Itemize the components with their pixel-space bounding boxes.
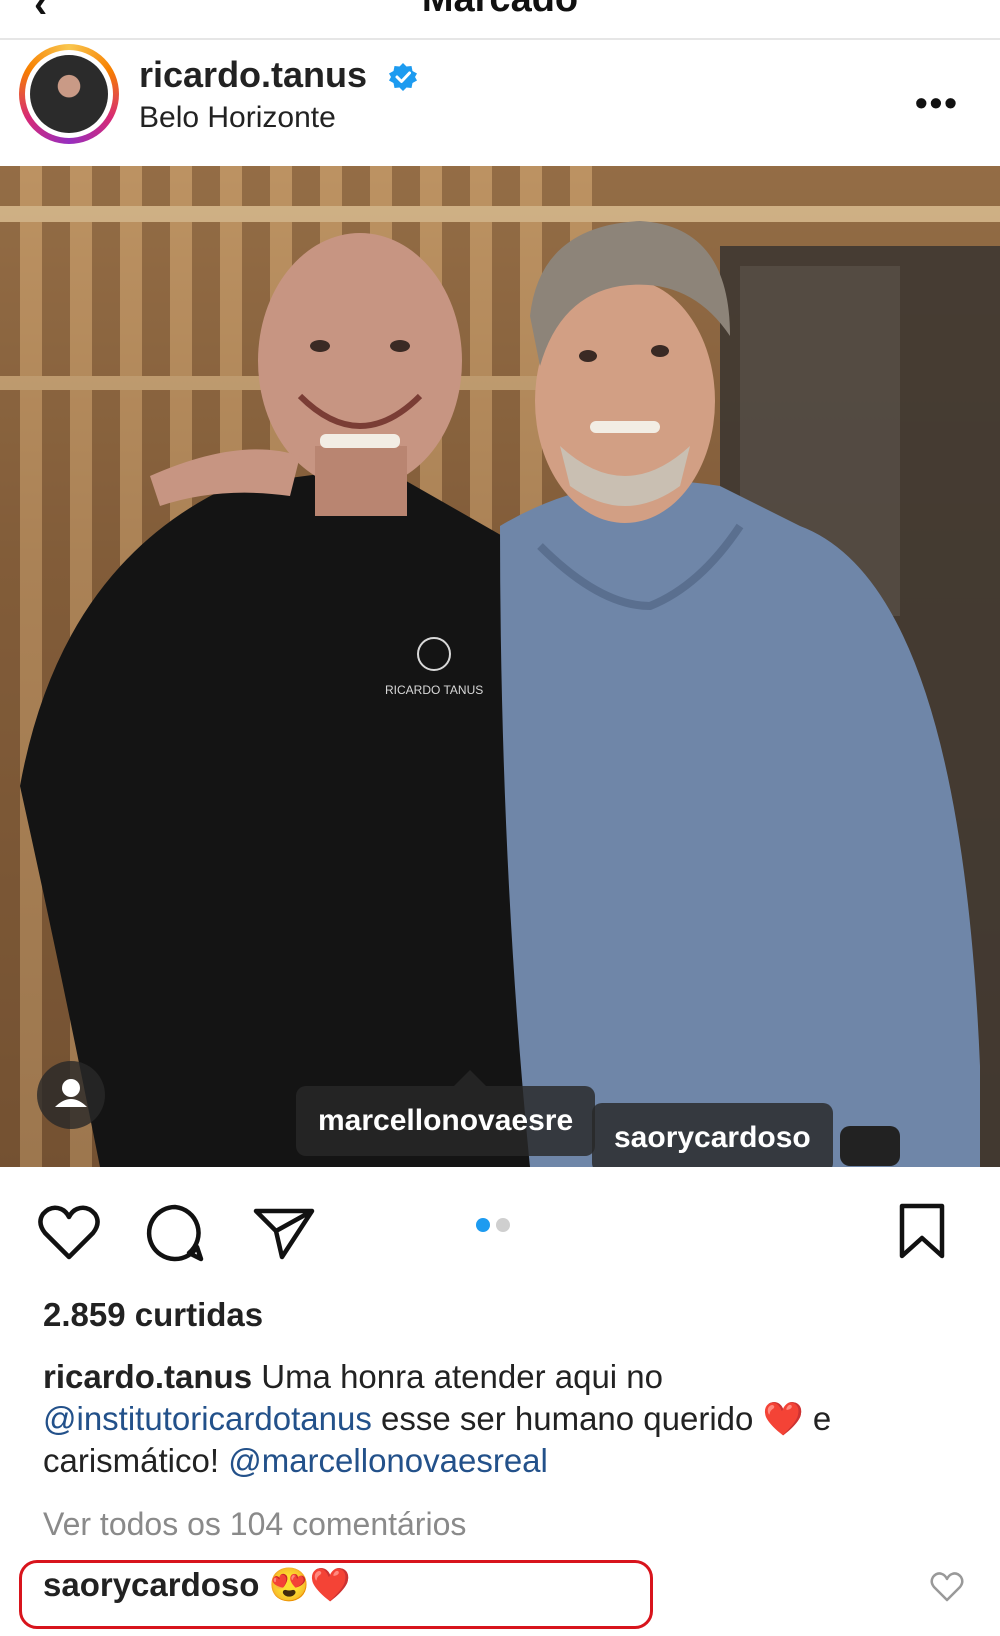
- person-icon: [55, 1079, 87, 1107]
- likes-count[interactable]: 2.859 curtidas: [43, 1296, 263, 1334]
- comment-icon[interactable]: [145, 1203, 205, 1263]
- avatar[interactable]: [19, 44, 119, 144]
- post-caption: ricardo.tanus Uma honra atender aqui no …: [43, 1356, 963, 1482]
- save-bookmark-icon[interactable]: [896, 1202, 948, 1260]
- heart-icon[interactable]: [37, 1203, 101, 1261]
- comment-username[interactable]: saorycardoso: [43, 1566, 259, 1603]
- post-username[interactable]: ricardo.tanus: [139, 54, 367, 96]
- comment-emoji: 😍❤️: [268, 1566, 351, 1603]
- post-location[interactable]: Belo Horizonte: [139, 101, 336, 135]
- share-icon[interactable]: [252, 1205, 316, 1261]
- comment: saorycardoso 😍❤️: [43, 1566, 351, 1605]
- caption-mention[interactable]: @marcellonovaesreal: [228, 1442, 548, 1479]
- carousel-dot-active: [476, 1218, 490, 1232]
- verified-badge-icon: [389, 63, 417, 91]
- caption-username[interactable]: ricardo.tanus: [43, 1358, 252, 1395]
- photo-tag[interactable]: saorycardoso: [592, 1103, 833, 1167]
- page-title: Marcado: [0, 0, 1000, 21]
- caption-mention[interactable]: @institutoricardotanus: [43, 1400, 372, 1437]
- comment-like-heart-icon[interactable]: [930, 1572, 964, 1602]
- tagged-users-button[interactable]: [37, 1061, 105, 1129]
- post-photo[interactable]: RICARDO TANUS marcellonovaesre saorycard…: [0, 166, 1000, 1167]
- view-all-comments-link[interactable]: Ver todos os 104 comentários: [43, 1506, 466, 1543]
- photo-tag[interactable]: marcellonovaesre: [296, 1070, 596, 1156]
- carousel-dot: [496, 1218, 510, 1232]
- more-options-icon[interactable]: •••: [915, 82, 959, 124]
- top-bar: ‹ Marcado: [0, 0, 1000, 40]
- caption-text: Uma honra atender aqui no: [252, 1358, 663, 1395]
- photo-scene: RICARDO TANUS: [0, 166, 1000, 1167]
- shirt-logo-text: RICARDO TANUS: [385, 683, 483, 697]
- avatar-image: [30, 55, 108, 133]
- carousel-indicator: [476, 1218, 516, 1237]
